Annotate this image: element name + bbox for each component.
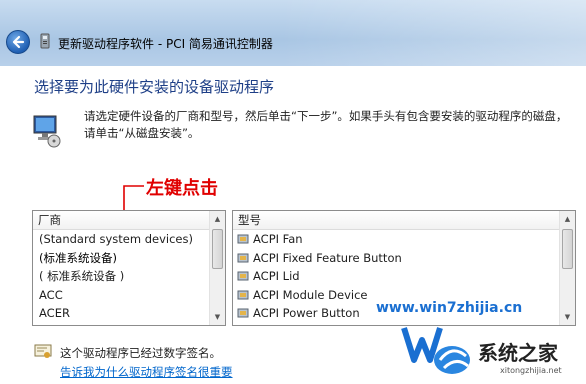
- model-list-header[interactable]: 型号: [233, 211, 575, 230]
- watermark-logo: [401, 327, 470, 374]
- back-button[interactable]: [6, 30, 30, 54]
- driver-chip-icon: [237, 290, 249, 300]
- back-arrow-icon: [12, 35, 25, 49]
- model-item-label: ACPI Module Device: [253, 287, 368, 302]
- model-item-label: ACPI Power Button: [253, 306, 360, 320]
- watermark-sub-text: xitongzhijia.net: [500, 366, 562, 375]
- model-item[interactable]: ACPI Lid: [233, 267, 575, 286]
- scroll-down-icon[interactable]: ▼: [211, 310, 224, 324]
- manufacturer-item-selected[interactable]: (标准系统设备): [33, 249, 225, 268]
- manufacturer-item[interactable]: ACC: [33, 286, 225, 305]
- scroll-up-icon[interactable]: ▲: [561, 212, 574, 226]
- driver-chip-icon: [237, 234, 249, 244]
- manufacturer-item[interactable]: (Standard system devices): [33, 230, 225, 249]
- manufacturer-item[interactable]: ( 标准系统设备 ): [33, 267, 225, 286]
- manufacturer-list-header[interactable]: 厂商: [33, 211, 225, 230]
- watermark-logo-text: 系统之家: [478, 341, 558, 365]
- model-item-label: ACPI Fan: [253, 232, 303, 246]
- scroll-up-icon[interactable]: ▲: [211, 212, 224, 226]
- driver-signing-link[interactable]: 告诉我为什么驱动程序签名很重要: [60, 364, 233, 380]
- annotation-label: 左键点击: [146, 178, 218, 199]
- title-bar: 更新驱动程序软件 - PCI 简易通讯控制器: [0, 0, 586, 66]
- model-item[interactable]: ACPI Fixed Feature Button: [233, 249, 575, 268]
- scroll-thumb[interactable]: [562, 229, 573, 269]
- page-heading: 选择要为此硬件安装的设备驱动程序: [34, 78, 275, 96]
- driver-chip-icon: [237, 253, 249, 263]
- scroll-down-icon[interactable]: ▼: [561, 310, 574, 324]
- model-item-label: ACPI Fixed Feature Button: [253, 250, 402, 265]
- model-item-label: ACPI Lid: [253, 269, 300, 283]
- title-bar-glass: [280, 0, 586, 66]
- manufacturer-scrollbar[interactable]: ▲ ▼: [209, 211, 225, 325]
- certificate-icon: [34, 344, 52, 358]
- monitor-disk-icon: [33, 115, 61, 148]
- model-scrollbar[interactable]: ▲ ▼: [559, 211, 575, 325]
- window-title: 更新驱动程序软件 - PCI 简易通讯控制器: [58, 37, 273, 51]
- device-icon: [40, 33, 50, 49]
- signed-driver-text: 这个驱动程序已经过数字签名。: [60, 346, 221, 360]
- scroll-thumb[interactable]: [212, 229, 223, 269]
- driver-chip-icon: [237, 308, 249, 318]
- manufacturer-item[interactable]: ACER: [33, 304, 225, 323]
- manufacturer-list[interactable]: 厂商 (Standard system devices) (标准系统设备) ( …: [32, 210, 226, 326]
- model-item[interactable]: ACPI Fan: [233, 230, 575, 249]
- driver-chip-icon: [237, 271, 249, 281]
- instructions-text: 请选定硬件设备的厂商和型号，然后单击“下一步”。如果手头有包含要安装的驱动程序的…: [84, 109, 568, 140]
- watermark-url: www.win7zhijia.cn: [376, 300, 523, 316]
